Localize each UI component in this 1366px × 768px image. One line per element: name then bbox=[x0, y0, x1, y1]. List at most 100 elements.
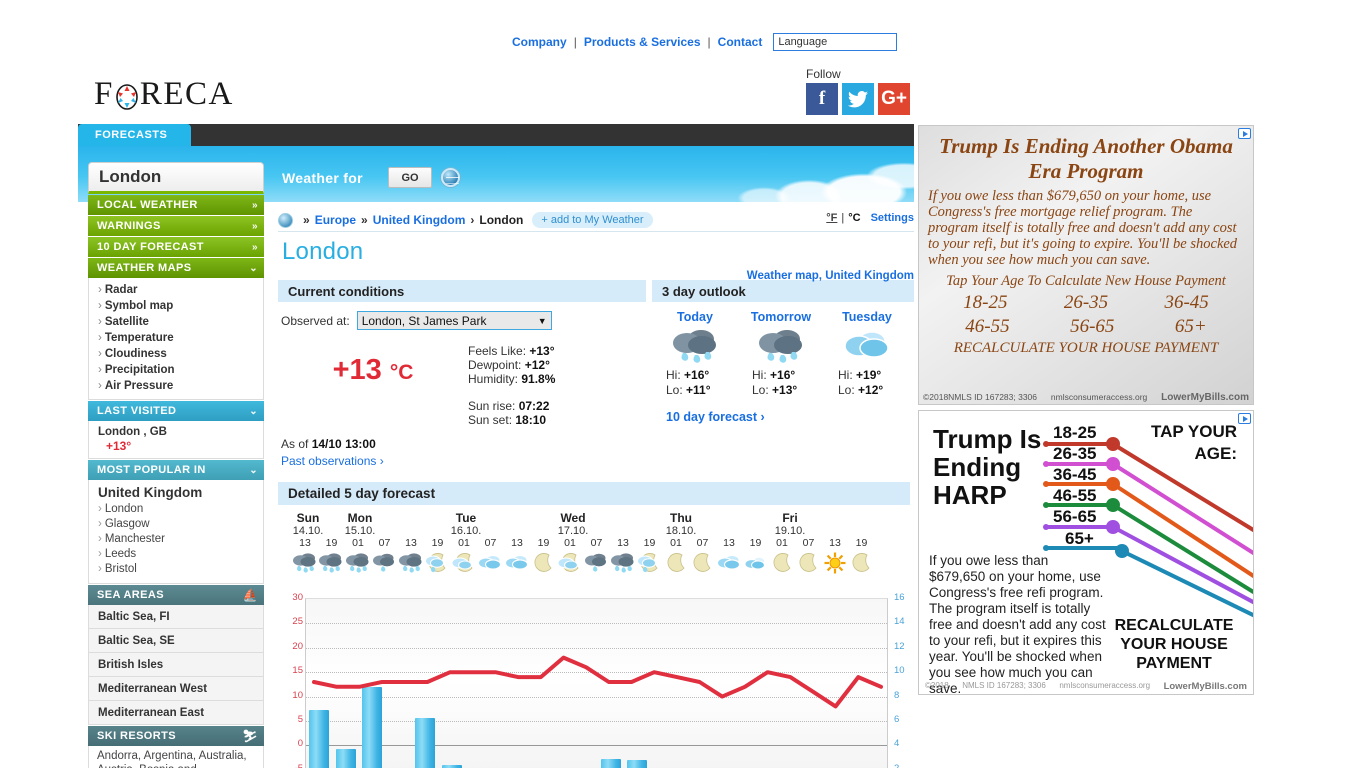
outlook-panel: 3 day outlook Today Hi: +16° Lo: +11° To… bbox=[652, 280, 914, 468]
sea-area-mediterranean-east[interactable]: Mediterranean East bbox=[88, 701, 264, 725]
popular-city-bristol[interactable]: › Bristol bbox=[98, 562, 263, 577]
ad2-age-26-35[interactable]: 26-35 bbox=[1053, 444, 1096, 464]
search-input[interactable]: London bbox=[88, 162, 264, 194]
ad1-age-56-65[interactable]: 56-65 bbox=[1070, 316, 1114, 338]
ski-resorts-text[interactable]: Andorra, Argentina, Australia, Austria, … bbox=[88, 746, 264, 768]
unit-celsius-button[interactable]: °C bbox=[848, 212, 860, 224]
weather-for-label: Weather for bbox=[282, 170, 363, 186]
popular-city-glasgow[interactable]: › Glasgow bbox=[98, 517, 263, 532]
language-select[interactable]: Language bbox=[773, 33, 898, 51]
past-observations-link[interactable]: Past observations › bbox=[281, 454, 646, 468]
outlook-day-name[interactable]: Tomorrow bbox=[738, 310, 824, 324]
sunset-value: 18:10 bbox=[515, 413, 547, 427]
sidebar-item-symbol-map[interactable]: › Symbol map bbox=[98, 298, 263, 314]
sidebar-item-local-weather[interactable]: LOCAL WEATHER » bbox=[88, 195, 264, 215]
night-partly-cloudy-icon bbox=[556, 551, 583, 575]
unit-fahrenheit-button[interactable]: °F bbox=[826, 212, 837, 224]
advertisement-bottom[interactable]: Trump Is Ending HARP TAP YOUR AGE: 18-25… bbox=[918, 410, 1254, 695]
breadcrumb-europe[interactable]: Europe bbox=[315, 213, 356, 227]
sidebar-item-precipitation[interactable]: › Precipitation bbox=[98, 362, 263, 378]
sea-area-baltic-fi[interactable]: Baltic Sea, FI bbox=[88, 605, 264, 629]
sea-area-british-isles[interactable]: British Isles bbox=[88, 653, 264, 677]
follow-label: Follow bbox=[806, 67, 841, 81]
breadcrumb-sep-0: » bbox=[303, 213, 310, 227]
breadcrumb-united-kingdom[interactable]: United Kingdom bbox=[373, 213, 466, 227]
forecast-hour-13: 19 bbox=[643, 537, 656, 549]
station-select[interactable]: London, St James Park ▼ bbox=[356, 311, 552, 330]
sidebar-item-temperature[interactable]: › Temperature bbox=[98, 330, 263, 346]
ad1-age-46-55[interactable]: 46-55 bbox=[965, 316, 1009, 338]
ad1-age-65-plus[interactable]: 65+ bbox=[1175, 316, 1207, 338]
ad1-fine-mid: nmlsconsumeraccess.org bbox=[1050, 392, 1148, 402]
breadcrumb-london: London bbox=[479, 213, 524, 227]
nav-link-contact[interactable]: Contact bbox=[718, 35, 763, 49]
forecast-hour-1: 19 bbox=[325, 537, 338, 549]
outlook-day-name[interactable]: Today bbox=[652, 310, 738, 324]
go-button[interactable]: GO bbox=[388, 167, 432, 188]
chevron-down-icon: ⌄ bbox=[249, 464, 258, 476]
outlook-lo-row: Lo: +11° bbox=[652, 383, 738, 398]
outlook-day-name[interactable]: Tuesday bbox=[824, 310, 910, 324]
last-visited-place[interactable]: London , GB bbox=[98, 426, 263, 438]
popular-city-london[interactable]: › London bbox=[98, 502, 263, 517]
ad2-age-46-55[interactable]: 46-55 bbox=[1053, 486, 1096, 506]
globe-locate-icon[interactable] bbox=[441, 168, 460, 187]
ad1-age-26-35[interactable]: 26-35 bbox=[1064, 292, 1108, 314]
sidebar-item-satellite[interactable]: › Satellite bbox=[98, 314, 263, 330]
sidebar-section-ski-resorts[interactable]: SKI RESORTS ⛷ bbox=[88, 726, 264, 746]
hi-value: +16° bbox=[770, 368, 796, 382]
twitter-icon[interactable] bbox=[842, 83, 874, 115]
tab-forecasts[interactable]: FORECASTS bbox=[78, 124, 191, 146]
sailboat-icon: ⛵ bbox=[242, 588, 258, 602]
sidebar-section-sea-areas[interactable]: SEA AREAS ⛵ bbox=[88, 585, 264, 605]
ad-choices-icon[interactable] bbox=[1238, 128, 1251, 139]
sidebar-item-warnings[interactable]: WARNINGS » bbox=[88, 216, 264, 236]
chart-ytick-left-5: 5 bbox=[297, 714, 303, 725]
sidebar-section-last-visited[interactable]: LAST VISITED ⌄ bbox=[88, 401, 264, 421]
current-conditions-panel: Current conditions Observed at: London, … bbox=[278, 280, 646, 468]
sidebar-label-warnings: WARNINGS bbox=[97, 220, 161, 232]
ad2-fine-left: ©2018 bbox=[925, 681, 949, 690]
popular-city-leeds[interactable]: › Leeds bbox=[98, 547, 263, 562]
popular-city-manchester[interactable]: › Manchester bbox=[98, 532, 263, 547]
nav-link-company[interactable]: Company bbox=[512, 35, 567, 49]
night-rain-icon bbox=[424, 551, 450, 575]
forecast-hour-6: 01 bbox=[458, 537, 470, 549]
foreca-logo[interactable]: F RECA bbox=[94, 76, 234, 113]
nav-link-products-services[interactable]: Products & Services bbox=[584, 35, 701, 49]
rain-cloud-icon bbox=[292, 551, 318, 575]
add-to-my-weather-button[interactable]: + add to My Weather bbox=[532, 212, 653, 228]
hi-value: +16° bbox=[684, 368, 710, 382]
day-name-tue: Tue bbox=[455, 511, 477, 525]
ten-day-forecast-link[interactable]: 10 day forecast › bbox=[666, 410, 914, 424]
weather-map-link[interactable]: Weather map, United Kingdom bbox=[747, 270, 914, 282]
sea-area-baltic-se[interactable]: Baltic Sea, SE bbox=[88, 629, 264, 653]
sidebar-item-air-pressure[interactable]: › Air Pressure bbox=[98, 378, 263, 394]
panels-row: Current conditions Observed at: London, … bbox=[278, 280, 914, 468]
ad2-age-36-45[interactable]: 36-45 bbox=[1053, 465, 1096, 485]
sidebar-item-radar[interactable]: › Radar bbox=[98, 282, 263, 298]
chevron-down-icon: ⌄ bbox=[249, 262, 258, 274]
forecast-hour-21: 19 bbox=[855, 537, 868, 549]
outlook-header: 3 day outlook bbox=[652, 280, 914, 302]
sea-area-mediterranean-west[interactable]: Mediterranean West bbox=[88, 677, 264, 701]
sidebar-item-10-day-forecast[interactable]: 10 DAY FORECAST » bbox=[88, 237, 264, 257]
day-date-mon: 15.10. bbox=[344, 525, 376, 537]
ad2-age-56-65[interactable]: 56-65 bbox=[1053, 507, 1096, 527]
sidebar-item-cloudiness[interactable]: › Cloudiness bbox=[98, 346, 263, 362]
ad1-age-36-45[interactable]: 36-45 bbox=[1164, 292, 1208, 314]
facebook-icon[interactable]: f bbox=[806, 83, 838, 115]
ad1-age-18-25[interactable]: 18-25 bbox=[963, 292, 1007, 314]
ad2-age-65-plus[interactable]: 65+ bbox=[1065, 529, 1094, 549]
chevron-right-icon: › bbox=[98, 533, 102, 545]
ad2-age-18-25[interactable]: 18-25 bbox=[1053, 423, 1096, 443]
outlook-lo-row: Lo: +12° bbox=[824, 383, 910, 398]
current-conditions-header: Current conditions bbox=[278, 280, 646, 302]
advertisement-top[interactable]: Trump Is Ending Another Obama Era Progra… bbox=[918, 125, 1254, 405]
forecast-hour-16: 13 bbox=[723, 537, 735, 549]
settings-link[interactable]: Settings bbox=[871, 212, 914, 224]
last-visited-temp: +13° bbox=[106, 439, 132, 453]
sidebar-section-most-popular[interactable]: MOST POPULAR IN ⌄ bbox=[88, 460, 264, 480]
sidebar-item-weather-maps[interactable]: WEATHER MAPS ⌄ bbox=[88, 258, 264, 278]
google-plus-icon[interactable]: G+ bbox=[878, 83, 910, 115]
